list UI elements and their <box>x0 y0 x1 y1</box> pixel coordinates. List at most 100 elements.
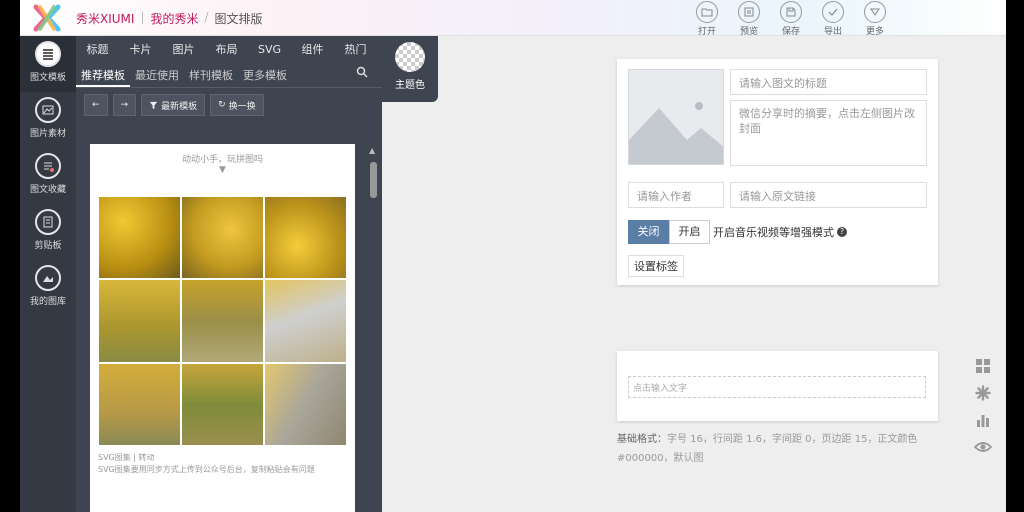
tab-card[interactable]: 卡片 <box>119 40 162 64</box>
subtab-more[interactable]: 更多模板 <box>238 64 292 87</box>
category-tabs: 标题 卡片 图片 布局 SVG 组件 热门 <box>76 40 382 64</box>
chart-icon[interactable] <box>974 410 992 429</box>
summary-input[interactable]: 微信分享时的摘要，点击左侧图片改封面 <box>730 100 927 166</box>
more-icon <box>864 1 886 23</box>
refresh-icon: ↻ <box>218 100 226 110</box>
puzzle-tile <box>182 363 263 445</box>
puzzle-tile <box>99 363 180 445</box>
filter-icon <box>149 101 158 109</box>
clipboard-icon <box>35 209 61 235</box>
puzzle-tile <box>99 197 180 279</box>
tab-layout[interactable]: 布局 <box>205 40 248 64</box>
forward-button[interactable]: → <box>112 94 137 116</box>
top-toolbar: 秀米XIUMI | 我的秀米 / 图文排版 打开 预览 保存 导出 更多 <box>20 0 1006 37</box>
xiumi-logo-icon[interactable] <box>32 4 62 32</box>
sidebar-item-label: 我的图库 <box>29 297 66 307</box>
theme-color-button[interactable]: 主题色 <box>382 36 438 102</box>
cover-image-placeholder[interactable] <box>628 69 724 165</box>
puzzle-tile <box>182 280 263 362</box>
export-button[interactable]: 导出 <box>812 0 854 37</box>
toggle-on-button[interactable]: 开启 <box>669 220 710 244</box>
enhanced-mode-label: 开启音乐视频等增强模式 ? <box>713 224 847 240</box>
toggle-off-button[interactable]: 关闭 <box>628 220 669 244</box>
settings-icon[interactable] <box>974 383 992 402</box>
newest-templates-label: 最新模板 <box>161 101 198 112</box>
scroll-up-icon[interactable]: ▲ <box>369 146 375 155</box>
scrollbar-thumb[interactable] <box>370 162 377 198</box>
template-panel: 图文模板 图片素材 图文收藏 剪贴板 我的图库 标题 卡片 图片 布局 SVG … <box>20 36 382 512</box>
crumb-my-xiumi[interactable]: 我的秀米 <box>150 10 198 27</box>
save-button[interactable]: 保存 <box>770 0 812 37</box>
text-editor-card: 点击输入文字 <box>617 351 938 421</box>
sidebar-item-gallery[interactable]: 我的图库 <box>20 260 76 316</box>
breadcrumb-separator: | <box>140 10 145 24</box>
article-meta-card: 请输入图文的标题 微信分享时的摘要，点击左侧图片改封面 请输入作者 请输入原文链… <box>617 59 938 285</box>
export-icon <box>822 1 844 23</box>
refresh-label: 换一换 <box>228 101 256 112</box>
sidebar-item-clipboard[interactable]: 剪贴板 <box>20 204 76 260</box>
template-card-category: SVG图集 | 转动 <box>98 453 155 462</box>
preview-button[interactable]: 预览 <box>728 0 770 37</box>
tab-components[interactable]: 组件 <box>291 40 334 64</box>
template-card-footer: SVG图集 | 转动 SVG图集要用同步方式上传到公众号后台，复制粘贴会有问题 <box>98 452 315 476</box>
subtab-sample[interactable]: 样刊模板 <box>184 64 238 87</box>
sidebar-item-label: 图文收藏 <box>29 185 66 195</box>
enhanced-mode-text: 开启音乐视频等增强模式 <box>713 226 834 239</box>
puzzle-tile <box>182 197 263 279</box>
base-format-info: 基础格式：字号 16，行间距 1.6，字间距 0，页边距 15，正文颜色 #00… <box>617 430 947 468</box>
subtab-recent[interactable]: 最近使用 <box>130 64 184 87</box>
back-button[interactable]: ← <box>84 94 108 116</box>
side-tools <box>974 356 992 456</box>
search-icon[interactable] <box>356 66 368 81</box>
image-placeholder-icon <box>629 70 723 164</box>
chevron-down-icon: ▼ <box>219 165 226 175</box>
sidebar-item-image-material[interactable]: 图片素材 <box>20 92 76 148</box>
refresh-button[interactable]: ↻ 换一换 <box>210 94 264 116</box>
source-link-input[interactable]: 请输入原文链接 <box>730 182 927 208</box>
next-template-card[interactable] <box>90 496 355 512</box>
eye-icon[interactable] <box>974 437 992 456</box>
newest-templates-button[interactable]: 最新模板 <box>141 94 206 116</box>
sidebar-item-label: 图文模板 <box>29 73 66 83</box>
text-input[interactable]: 点击输入文字 <box>628 376 926 398</box>
grid-view-icon[interactable] <box>974 356 992 375</box>
template-scrollbar[interactable]: ▲ <box>369 144 378 512</box>
puzzle-image-grid <box>99 197 346 445</box>
template-actions: ← → 最新模板 ↻ 换一换 <box>84 94 264 116</box>
sidebar-item-label: 图片素材 <box>29 129 66 139</box>
enhanced-mode-toggle: 关闭 开启 <box>628 220 710 244</box>
template-card-note: SVG图集要用同步方式上传到公众号后台，复制粘贴会有问题 <box>98 465 315 474</box>
puzzle-tile <box>265 363 346 445</box>
image-material-icon <box>35 97 61 123</box>
template-card-hint: 动动小手，玩拼图吗 <box>181 155 263 165</box>
puzzle-tile <box>265 197 346 279</box>
sidebar: 图文模板 图片素材 图文收藏 剪贴板 我的图库 <box>20 36 76 512</box>
help-icon[interactable]: ? <box>837 227 847 237</box>
set-tags-button[interactable]: 设置标签 <box>628 255 684 277</box>
arrow-right-icon: → <box>120 100 129 110</box>
save-icon <box>780 1 802 23</box>
sidebar-item-favorites[interactable]: 图文收藏 <box>20 148 76 204</box>
tab-svg[interactable]: SVG <box>248 40 291 64</box>
sidebar-item-label: 剪贴板 <box>34 241 62 251</box>
tab-popular[interactable]: 热门 <box>334 40 377 64</box>
title-input[interactable]: 请输入图文的标题 <box>730 69 927 95</box>
tab-title[interactable]: 标题 <box>76 40 119 64</box>
arrow-left-icon: ← <box>92 100 100 110</box>
template-subtabs: 推荐模板 最近使用 样刊模板 更多模板 <box>76 64 382 88</box>
subtab-recommended[interactable]: 推荐模板 <box>76 64 130 87</box>
open-button[interactable]: 打开 <box>686 0 728 37</box>
puzzle-tile <box>265 280 346 362</box>
tab-image[interactable]: 图片 <box>162 40 205 64</box>
breadcrumb-separator: / <box>204 10 209 24</box>
preview-icon <box>738 1 760 23</box>
theme-color-swatch-icon <box>395 42 425 72</box>
more-button[interactable]: 更多 <box>854 0 896 37</box>
template-card[interactable]: 动动小手，玩拼图吗 ▼ SVG图集 | 转动 SVG图集要用同步方式上传到公众号… <box>90 144 355 512</box>
gallery-icon <box>35 265 61 291</box>
breadcrumb: 秀米XIUMI | 我的秀米 / 图文排版 <box>76 10 263 27</box>
toolbar-actions: 打开 预览 保存 导出 更多 <box>686 0 896 37</box>
brand-link[interactable]: 秀米XIUMI <box>76 10 134 27</box>
sidebar-item-templates[interactable]: 图文模板 <box>20 36 76 92</box>
author-input[interactable]: 请输入作者 <box>628 182 724 208</box>
